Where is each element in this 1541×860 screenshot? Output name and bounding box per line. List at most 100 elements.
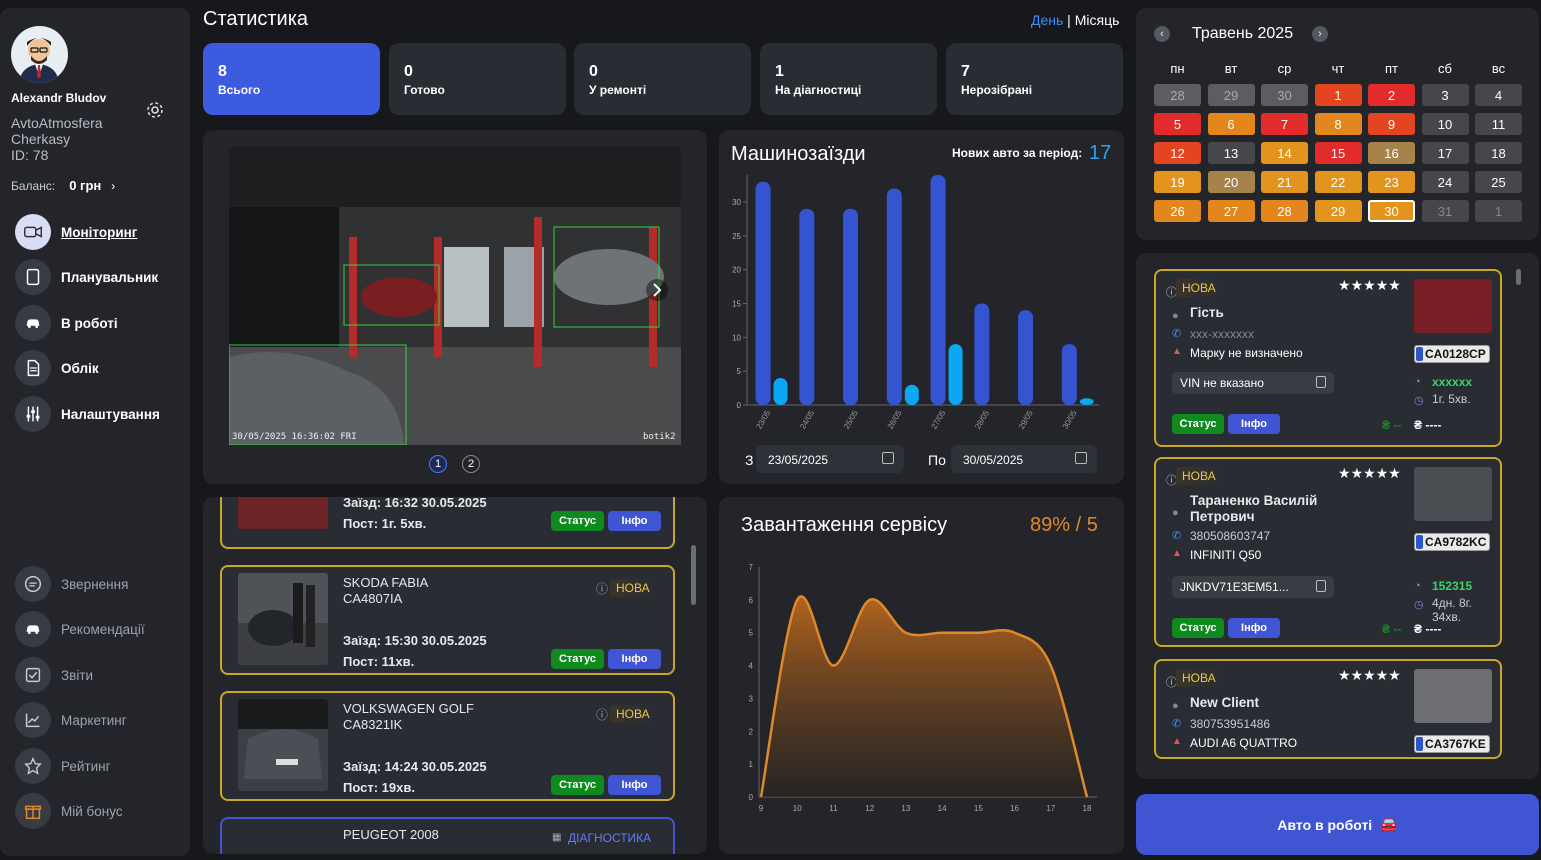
calendar-day[interactable]: 6: [1207, 113, 1255, 135]
calendar-day[interactable]: 23: [1368, 171, 1415, 193]
scrollbar[interactable]: [1516, 269, 1521, 285]
nav-item-1[interactable]: Планувальник: [15, 259, 158, 295]
nav-item-4[interactable]: Налаштування: [15, 396, 160, 432]
status-button[interactable]: Статус: [551, 511, 604, 531]
client-card[interactable]: ⓘ НОВА ★★★★★ ● Гість ✆ xxx-xxxxxxx ▲ Марку не ви…: [1154, 269, 1502, 447]
calendar-day[interactable]: 25: [1475, 171, 1522, 193]
vin-field[interactable]: JNKDV71E3EM51...: [1172, 576, 1334, 598]
calendar-day[interactable]: 21: [1261, 171, 1308, 193]
paid-amount: ₴ --: [1382, 418, 1402, 432]
status-button[interactable]: Статус: [1172, 414, 1224, 434]
nav-item-0[interactable]: Моніторинг: [15, 214, 137, 250]
client-card[interactable]: ⓘ НОВА ★★★★★ ● New Client ✆ 380753951486 ▲ AUDI …: [1154, 659, 1502, 759]
chevron-right-icon[interactable]: ›: [1312, 26, 1328, 42]
stat-card[interactable]: 0 Готово: [389, 43, 566, 115]
nav-item-2[interactable]: В роботі: [15, 305, 118, 341]
vin-value: VIN не вказано: [1180, 376, 1264, 390]
camera-page-1[interactable]: 1: [429, 455, 447, 473]
calendar-day[interactable]: 8: [1314, 113, 1362, 135]
nav-bottom-item-1[interactable]: Рекомендації: [15, 611, 145, 647]
in-work-label: Авто в роботі: [1277, 816, 1373, 833]
calendar-day[interactable]: 26: [1154, 200, 1201, 222]
gear-icon[interactable]: [145, 100, 165, 120]
list-item[interactable]: VOLKSWAGEN GOLF CA8321IK ⓘ НОВА Заїзд: 1…: [220, 691, 675, 801]
calendar-day[interactable]: 7: [1261, 113, 1308, 135]
nav-bottom-item-5[interactable]: Мій бонус: [15, 793, 123, 829]
list-item[interactable]: SKODA FABIA CA4807IA ⓘ НОВА Заїзд: 15:30…: [220, 565, 675, 675]
calendar-day[interactable]: 17: [1421, 142, 1469, 164]
nav-bottom-item-4[interactable]: Рейтинг: [15, 748, 111, 784]
calendar-day[interactable]: 3: [1421, 84, 1469, 106]
balance[interactable]: Баланс: 0 грн ›: [11, 178, 115, 193]
calendar-day[interactable]: 29: [1207, 84, 1255, 106]
avatar[interactable]: [11, 26, 68, 83]
stat-card[interactable]: 7 Нерозібрані: [946, 43, 1123, 115]
calendar-day[interactable]: 14: [1261, 142, 1308, 164]
bar: [930, 175, 946, 405]
stat-count: 0: [589, 63, 598, 80]
calendar-day[interactable]: 1: [1314, 84, 1362, 106]
calendar-day[interactable]: 16: [1368, 142, 1415, 164]
stat-card[interactable]: 8 Всього: [203, 43, 380, 115]
client-card[interactable]: ⓘ НОВА ★★★★★ ● Тараненко Василій Петрович ✆ 38…: [1154, 457, 1502, 647]
date-from-value: 23/05/2025: [768, 453, 829, 467]
speedometer-icon: ◔: [1414, 580, 1421, 592]
calendar-day[interactable]: 19: [1154, 171, 1201, 193]
calendar-day[interactable]: 18: [1475, 142, 1522, 164]
calendar-day[interactable]: 27: [1207, 200, 1255, 222]
list-item[interactable]: PEUGEOT 2008 ▦ ДІАГНОСТИКА: [220, 817, 675, 854]
calendar-day[interactable]: 20: [1207, 171, 1255, 193]
calendar-day[interactable]: 13: [1207, 142, 1255, 164]
nav-bottom-item-2[interactable]: Звіти: [15, 657, 93, 693]
calendar-day[interactable]: 1: [1475, 200, 1522, 222]
calendar-day[interactable]: 4: [1475, 84, 1522, 106]
calendar-day[interactable]: 31: [1421, 200, 1469, 222]
calendar-day[interactable]: 10: [1421, 113, 1469, 135]
calendar-day[interactable]: 30: [1368, 200, 1415, 222]
info-button[interactable]: Інфо: [1228, 414, 1280, 434]
scrollbar[interactable]: [691, 545, 696, 605]
copy-icon[interactable]: [1316, 376, 1326, 388]
calendar-day[interactable]: 12: [1154, 142, 1201, 164]
nav-bottom-item-0[interactable]: Звернення: [15, 566, 128, 602]
y-tick-label: 6: [749, 596, 754, 605]
calendar-day[interactable]: 22: [1314, 171, 1362, 193]
info-button[interactable]: Інфо: [1228, 618, 1280, 638]
info-button[interactable]: Інфо: [608, 775, 661, 795]
info-button[interactable]: Інфо: [608, 649, 661, 669]
info-circle-icon: ⓘ: [596, 582, 609, 596]
camera-view[interactable]: 30/05/2025 16:36:02 FRI botik2: [229, 147, 681, 445]
calendar-day[interactable]: 30: [1261, 84, 1308, 106]
calendar-day[interactable]: 28: [1154, 84, 1201, 106]
status-button[interactable]: Статус: [551, 649, 604, 669]
calendar-day[interactable]: 2: [1368, 84, 1415, 106]
stat-card[interactable]: 1 На діагностиці: [760, 43, 937, 115]
in-work-button[interactable]: Авто в роботі 🚘: [1136, 794, 1539, 855]
star-icon: [15, 748, 51, 784]
calendar-day[interactable]: 29: [1314, 200, 1362, 222]
calendar-day[interactable]: 11: [1475, 113, 1522, 135]
calendar-day[interactable]: 15: [1314, 142, 1362, 164]
stat-card[interactable]: 0 У ремонті: [574, 43, 751, 115]
status-button[interactable]: Статус: [551, 775, 604, 795]
vin-field[interactable]: VIN не вказано: [1172, 372, 1334, 394]
nav-bottom-item-3[interactable]: Маркетинг: [15, 702, 127, 738]
camera-page-2[interactable]: 2: [462, 455, 480, 473]
phone-icon: ✆: [1172, 328, 1182, 340]
status-button[interactable]: Статус: [1172, 618, 1224, 638]
chevron-left-icon[interactable]: ‹: [1154, 26, 1170, 42]
period-day[interactable]: День: [1031, 12, 1063, 28]
calendar-day[interactable]: 28: [1261, 200, 1308, 222]
date-to-input[interactable]: 30/05/2025: [951, 445, 1097, 473]
copy-icon[interactable]: [1316, 580, 1326, 592]
nav-item-3[interactable]: Облік: [15, 350, 99, 386]
period-month[interactable]: Місяць: [1075, 12, 1120, 28]
list-item[interactable]: Заїзд: 16:32 30.05.2025 Пост: 1г. 5хв. С…: [220, 497, 675, 549]
calendar-day[interactable]: 5: [1154, 113, 1201, 135]
bar: [948, 344, 963, 405]
calendar-day[interactable]: 24: [1421, 171, 1469, 193]
calendar-day[interactable]: 9: [1368, 113, 1415, 135]
date-from-input[interactable]: 23/05/2025: [756, 445, 904, 473]
info-button[interactable]: Інфо: [608, 511, 661, 531]
nav-label: Рейтинг: [61, 758, 111, 774]
